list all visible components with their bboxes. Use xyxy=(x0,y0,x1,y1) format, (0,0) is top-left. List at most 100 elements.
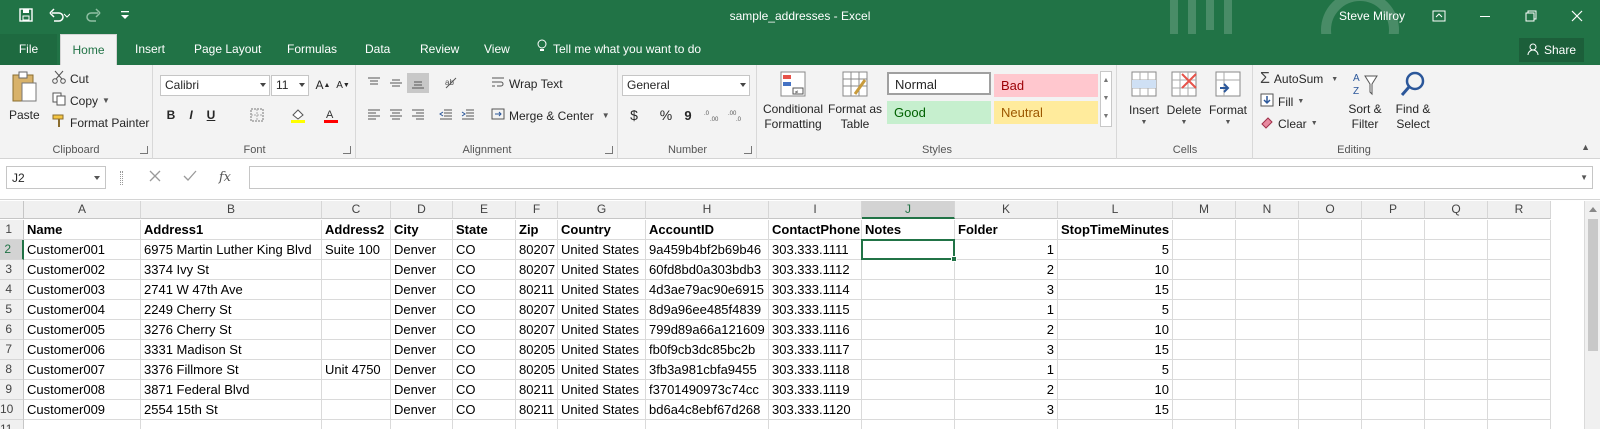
find-select-button[interactable]: Find & Select xyxy=(1390,70,1436,131)
cell-b2[interactable]: 6975 Martin Luther King Blvd xyxy=(141,240,322,260)
cell-i3[interactable]: 303.333.1112 xyxy=(769,260,862,280)
cell-n5[interactable] xyxy=(1236,300,1299,320)
cell-g2[interactable]: United States xyxy=(558,240,646,260)
row-header-4[interactable]: 4 xyxy=(0,280,24,300)
cell-k10[interactable]: 3 xyxy=(955,400,1058,420)
cell-l6[interactable]: 10 xyxy=(1058,320,1173,340)
cell-m2[interactable] xyxy=(1173,240,1236,260)
cell-p3[interactable] xyxy=(1362,260,1425,280)
cell-i4[interactable]: 303.333.1114 xyxy=(769,280,862,300)
formula-bar-splitter[interactable] xyxy=(120,171,123,185)
column-header-n[interactable]: N xyxy=(1236,201,1299,219)
cell-h10[interactable]: bd6a4c8ebf67d268 xyxy=(646,400,769,420)
row-header-11[interactable]: 11 xyxy=(0,420,24,429)
cell-l2[interactable]: 5 xyxy=(1058,240,1173,260)
style-good[interactable]: Good xyxy=(887,101,991,124)
format-painter-button[interactable]: Format Painter xyxy=(52,114,149,131)
cell-o8[interactable] xyxy=(1299,360,1362,380)
cell-b11[interactable] xyxy=(141,420,322,429)
cell-r3[interactable] xyxy=(1488,260,1551,280)
number-format-combo[interactable]: General xyxy=(622,75,750,96)
cell-e8[interactable]: CO xyxy=(453,360,516,380)
delete-cells-button[interactable]: Delete ▼ xyxy=(1164,70,1204,126)
cell-k6[interactable]: 2 xyxy=(955,320,1058,340)
tab-home[interactable]: Home xyxy=(60,34,117,65)
cell-h4[interactable]: 4d3ae79ac90e6915 xyxy=(646,280,769,300)
header-cell[interactable]: Country xyxy=(558,220,646,240)
cell-m10[interactable] xyxy=(1173,400,1236,420)
font-launcher-icon[interactable] xyxy=(343,146,351,154)
cell-h7[interactable]: fb0f9cb3dc85bc2b xyxy=(646,340,769,360)
cell-e3[interactable]: CO xyxy=(453,260,516,280)
autosum-button[interactable]: Σ AutoSum ▼ xyxy=(1260,70,1338,88)
align-left-icon[interactable] xyxy=(363,105,385,125)
cell-b10[interactable]: 2554 15th St xyxy=(141,400,322,420)
cell-c6[interactable] xyxy=(322,320,391,340)
column-header-d[interactable]: D xyxy=(391,201,453,219)
cell-c7[interactable] xyxy=(322,340,391,360)
scrollbar-thumb[interactable] xyxy=(1588,219,1598,351)
insert-function-icon[interactable]: fx xyxy=(219,170,231,185)
cell-c2[interactable]: Suite 100 xyxy=(322,240,391,260)
number-launcher-icon[interactable] xyxy=(744,146,752,154)
align-top-icon[interactable] xyxy=(363,73,385,93)
cell-e6[interactable]: CO xyxy=(453,320,516,340)
copy-button[interactable]: Copy ▼ xyxy=(52,92,110,109)
column-header-p[interactable]: P xyxy=(1362,201,1425,219)
wrap-text-button[interactable]: Wrap Text xyxy=(491,75,563,92)
cell-k2[interactable]: 1 xyxy=(955,240,1058,260)
cell-a11[interactable] xyxy=(24,420,141,429)
header-cell[interactable] xyxy=(1362,220,1425,240)
cell-j2[interactable] xyxy=(862,240,955,260)
column-header-a[interactable]: A xyxy=(24,201,141,219)
cell-o2[interactable] xyxy=(1299,240,1362,260)
cell-d7[interactable]: Denver xyxy=(391,340,453,360)
style-normal[interactable]: Normal xyxy=(887,72,991,95)
header-cell[interactable]: Name xyxy=(24,220,141,240)
cell-q10[interactable] xyxy=(1425,400,1488,420)
header-cell[interactable]: Folder xyxy=(955,220,1058,240)
fill-handle[interactable] xyxy=(951,256,957,262)
clipboard-launcher-icon[interactable] xyxy=(140,146,148,154)
clear-button[interactable]: Clear ▼ xyxy=(1260,115,1318,132)
style-bad[interactable]: Bad xyxy=(994,74,1098,97)
cell-d4[interactable]: Denver xyxy=(391,280,453,300)
italic-button[interactable]: I xyxy=(180,105,202,125)
header-cell[interactable] xyxy=(1425,220,1488,240)
vertical-scrollbar[interactable] xyxy=(1584,201,1600,429)
tab-data[interactable]: Data xyxy=(355,34,400,65)
row-header-7[interactable]: 7 xyxy=(0,340,24,360)
header-cell[interactable]: AccountID xyxy=(646,220,769,240)
cell-o10[interactable] xyxy=(1299,400,1362,420)
cell-i2[interactable]: 303.333.1111 xyxy=(769,240,862,260)
cell-d6[interactable]: Denver xyxy=(391,320,453,340)
styles-gallery-scroll[interactable]: ▲ ▼ ▼ xyxy=(1100,71,1112,127)
row-header-10[interactable]: 10 xyxy=(0,400,24,420)
row-header-8[interactable]: 8 xyxy=(0,360,24,380)
cell-l11[interactable] xyxy=(1058,420,1173,429)
cell-q5[interactable] xyxy=(1425,300,1488,320)
cell-n7[interactable] xyxy=(1236,340,1299,360)
name-box[interactable]: J2 xyxy=(6,166,106,189)
row-header-3[interactable]: 3 xyxy=(0,260,24,280)
cell-g7[interactable]: United States xyxy=(558,340,646,360)
cell-j11[interactable] xyxy=(862,420,955,429)
cell-a2[interactable]: Customer001 xyxy=(24,240,141,260)
cell-e5[interactable]: CO xyxy=(453,300,516,320)
header-cell[interactable]: StopTimeMinutes xyxy=(1058,220,1173,240)
cell-f4[interactable]: 80211 xyxy=(516,280,558,300)
header-cell[interactable] xyxy=(1299,220,1362,240)
chevron-up-icon[interactable]: ▲ xyxy=(1101,72,1111,90)
align-center-icon[interactable] xyxy=(385,105,407,125)
column-header-c[interactable]: C xyxy=(322,201,391,219)
cell-r7[interactable] xyxy=(1488,340,1551,360)
cell-g8[interactable]: United States xyxy=(558,360,646,380)
cell-k11[interactable] xyxy=(955,420,1058,429)
expand-formula-bar-icon[interactable]: ▼ xyxy=(1580,173,1588,182)
cell-l3[interactable]: 10 xyxy=(1058,260,1173,280)
merge-center-button[interactable]: Merge & Center ▼ xyxy=(491,107,610,124)
cell-o11[interactable] xyxy=(1299,420,1362,429)
underline-button[interactable]: U xyxy=(200,105,222,125)
borders-icon[interactable] xyxy=(246,105,268,125)
cell-f10[interactable]: 80211 xyxy=(516,400,558,420)
